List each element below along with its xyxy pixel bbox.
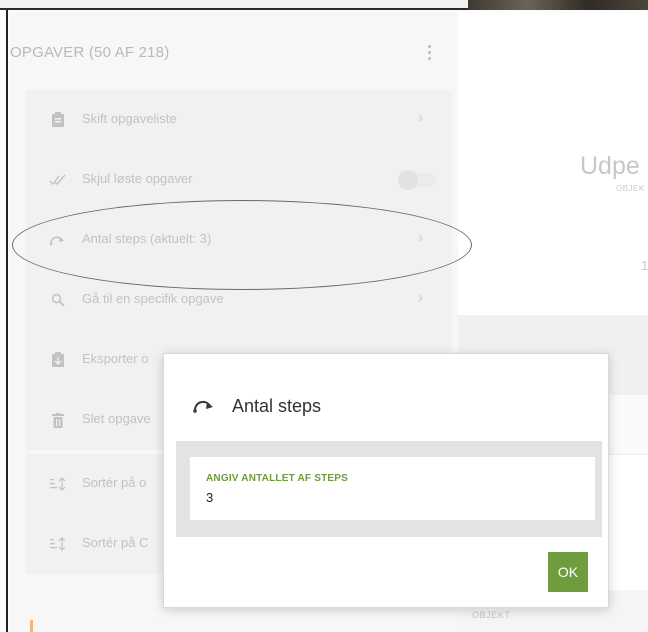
page-title: Udpe [580, 152, 640, 180]
sidebar-title: OPGAVER (50 AF 218) [10, 44, 170, 61]
sort-icon [48, 474, 68, 494]
chevron-right-icon: › [418, 109, 423, 126]
menu-item-switch-list[interactable]: Skift opgaveliste › [26, 90, 452, 150]
top-strip [0, 0, 648, 10]
page-number: 1 [641, 258, 648, 273]
window-border [0, 10, 8, 632]
trash-icon [48, 410, 68, 430]
hide-solved-toggle[interactable] [398, 170, 436, 190]
steps-arrow-icon [192, 397, 216, 417]
steps-input[interactable] [206, 490, 576, 505]
active-indicator [30, 620, 33, 632]
step-count-dialog: Antal steps ANGIV ANTALLET AF STEPS OK [163, 353, 609, 608]
chevron-right-icon: › [418, 289, 423, 306]
main-header-area: Udpe OBJEK 1 [458, 12, 648, 315]
clipboard-icon [48, 110, 68, 130]
steps-field[interactable]: ANGIV ANTALLET AF STEPS [190, 457, 595, 520]
menu-item-label: Skjul løste opgaver [82, 171, 193, 186]
export-icon [48, 350, 68, 370]
menu-item-label: Eksporter o [82, 351, 149, 366]
sort-icon [48, 534, 68, 554]
field-container: ANGIV ANTALLET AF STEPS [176, 441, 602, 537]
ok-button[interactable]: OK [548, 552, 588, 592]
background-photo [468, 0, 648, 10]
menu-item-label: Gå til en specifik opgave [82, 291, 224, 306]
double-check-icon [48, 170, 68, 190]
page-subtitle: OBJEK [616, 184, 645, 193]
field-label: ANGIV ANTALLET AF STEPS [206, 473, 349, 484]
dialog-title: Antal steps [232, 396, 322, 416]
search-icon [48, 290, 68, 310]
menu-item-label: Skift opgaveliste [82, 111, 177, 126]
sidebar-header: OPGAVER (50 AF 218) [10, 12, 458, 88]
app-window: OPGAVER (50 AF 218) Skift opgaveliste › … [0, 0, 648, 632]
more-menu-icon[interactable] [424, 42, 434, 64]
highlight-ellipse [12, 200, 472, 290]
menu-item-label: Slet opgave [82, 411, 151, 426]
menu-item-label: Sortér på o [82, 475, 147, 490]
section-label: OBJEKT [472, 610, 511, 620]
menu-item-label: Sortér på C [82, 535, 149, 550]
